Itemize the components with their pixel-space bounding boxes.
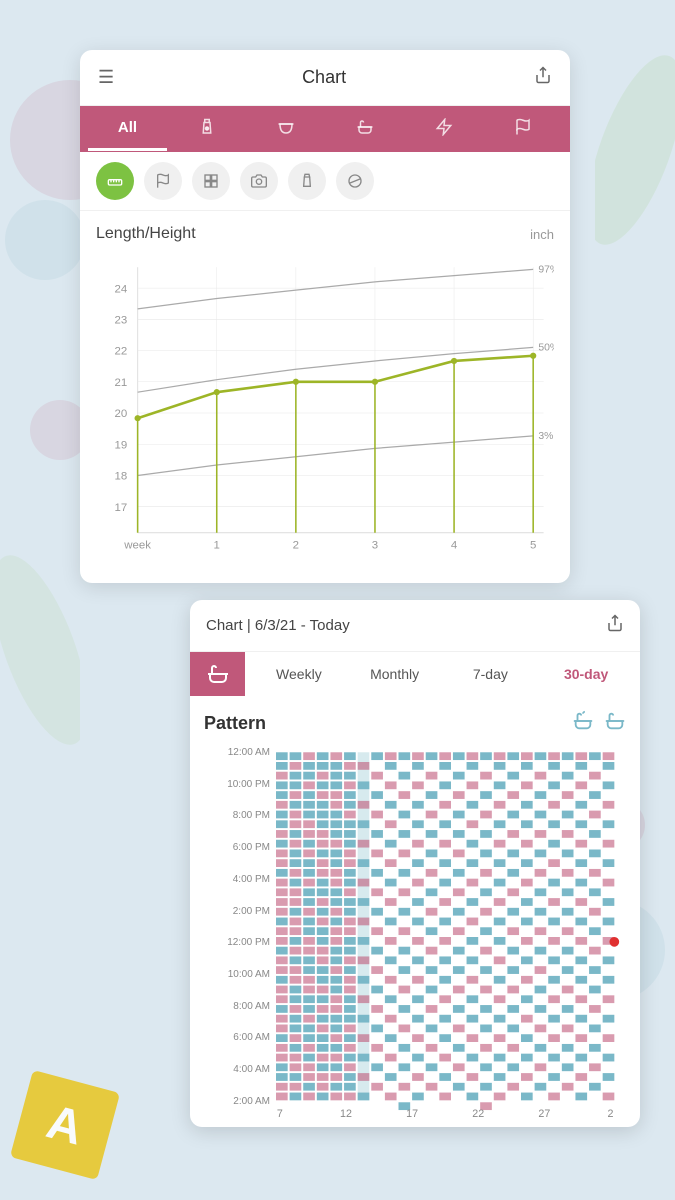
svg-text:24: 24 — [114, 283, 127, 295]
svg-text:23: 23 — [114, 314, 127, 326]
tabs-container: Weekly Monthly 7-day 30-day — [245, 652, 640, 696]
y-label-8am: 8:00 AM — [204, 1001, 276, 1012]
chart-unit: inch — [530, 227, 554, 242]
length-height-chart-section: Length/Height inch — [80, 211, 570, 583]
icon-btn-grid[interactable] — [192, 162, 230, 200]
svg-text:3: 3 — [372, 539, 378, 551]
alphabet-block-a: A — [10, 1070, 120, 1180]
y-label-8pm: 8:00 PM — [204, 810, 276, 821]
bottom-card: Chart | 6/3/21 - Today Weekly Monthly 7-… — [190, 600, 640, 1127]
length-height-svg: 24 23 22 21 20 19 18 17 week 1 2 3 4 5 — [96, 253, 554, 573]
svg-text:22: 22 — [114, 346, 127, 358]
svg-text:5: 5 — [530, 539, 536, 551]
y-label-12pm: 12:00 PM — [204, 937, 276, 948]
bg-circle-2 — [5, 200, 85, 280]
svg-text:1: 1 — [214, 539, 220, 551]
pattern-svg: 7 12 17 22 27 2 — [276, 747, 626, 1127]
chart-title-row: Length/Height inch — [96, 225, 554, 243]
y-label-10am: 10:00 AM — [204, 969, 276, 980]
svg-text:19: 19 — [114, 439, 127, 451]
svg-text:4: 4 — [451, 539, 458, 551]
svg-text:50%: 50% — [538, 343, 554, 354]
tab-7day[interactable]: 7-day — [445, 652, 537, 696]
bath-icon-side[interactable] — [190, 652, 245, 696]
svg-text:27: 27 — [538, 1108, 550, 1120]
share-icon-top[interactable] — [534, 66, 552, 89]
chart-title: Length/Height — [96, 225, 196, 243]
svg-text:3%: 3% — [538, 431, 553, 442]
tab-monthly[interactable]: Monthly — [349, 652, 441, 696]
svg-text:2: 2 — [293, 539, 299, 551]
top-card-title: Chart — [114, 67, 534, 88]
bath-icon-1[interactable] — [572, 710, 594, 737]
svg-text:12: 12 — [340, 1108, 352, 1120]
filter-tab-bath[interactable] — [325, 106, 404, 152]
svg-text:2: 2 — [607, 1108, 613, 1120]
filter-tab-bottle[interactable] — [167, 106, 246, 152]
svg-text:22: 22 — [472, 1108, 484, 1120]
y-label-6am: 6:00 AM — [204, 1032, 276, 1043]
bath-icon-2[interactable] — [604, 710, 626, 737]
pattern-grid-wrapper: 12:00 AM 10:00 PM 8:00 PM 6:00 PM 4:00 P… — [204, 747, 626, 1127]
pattern-section: Pattern — [190, 696, 640, 1127]
bottom-card-header: Chart | 6/3/21 - Today — [190, 600, 640, 652]
svg-text:21: 21 — [114, 377, 127, 389]
icon-btn-lotion[interactable] — [288, 162, 326, 200]
leaf-left — [0, 550, 80, 755]
pattern-header: Pattern — [204, 710, 626, 737]
tab-row: Weekly Monthly 7-day 30-day — [190, 652, 640, 696]
svg-text:97%: 97% — [538, 264, 554, 275]
chart-area: 24 23 22 21 20 19 18 17 week 1 2 3 4 5 — [96, 253, 554, 573]
svg-text:7: 7 — [277, 1108, 283, 1120]
svg-text:18: 18 — [114, 471, 127, 483]
grid-canvas: 7 12 17 22 27 2 — [276, 747, 626, 1127]
icon-btn-camera[interactable] — [240, 162, 278, 200]
y-axis: 12:00 AM 10:00 PM 8:00 PM 6:00 PM 4:00 P… — [204, 747, 276, 1127]
share-icon-bottom[interactable] — [606, 614, 624, 637]
y-label-12am: 12:00 AM — [204, 747, 276, 758]
pattern-title: Pattern — [204, 713, 266, 734]
tab-30day[interactable]: 30-day — [540, 652, 632, 696]
filter-tab-all[interactable]: All — [88, 107, 167, 151]
menu-icon[interactable]: ☰ — [98, 67, 114, 88]
y-label-6pm: 6:00 PM — [204, 842, 276, 853]
svg-text:17: 17 — [114, 502, 127, 514]
y-label-10pm: 10:00 PM — [204, 779, 276, 790]
filter-tab-flag[interactable] — [483, 106, 562, 152]
y-label-2pm: 2:00 PM — [204, 906, 276, 917]
svg-text:week: week — [123, 539, 151, 551]
pattern-icons — [572, 710, 626, 737]
y-label-4pm: 4:00 PM — [204, 874, 276, 885]
svg-text:20: 20 — [114, 408, 127, 420]
icon-btn-medicine[interactable] — [336, 162, 374, 200]
y-label-2am: 2:00 AM — [204, 1096, 276, 1107]
icon-row — [80, 152, 570, 211]
top-card: ☰ Chart All — [80, 50, 570, 583]
top-card-header: ☰ Chart — [80, 50, 570, 106]
filter-tab-bowl[interactable] — [246, 106, 325, 152]
filter-tab-activity[interactable] — [404, 106, 483, 152]
leaf-right — [595, 50, 675, 255]
filter-bar: All — [80, 106, 570, 152]
icon-btn-ruler[interactable] — [96, 162, 134, 200]
page-wrapper: ☰ Chart All — [0, 0, 675, 1200]
icon-btn-flag2[interactable] — [144, 162, 182, 200]
y-label-4am: 4:00 AM — [204, 1064, 276, 1075]
svg-text:17: 17 — [406, 1108, 418, 1120]
tab-weekly[interactable]: Weekly — [253, 652, 345, 696]
bottom-header-title: Chart | 6/3/21 - Today — [206, 617, 350, 634]
